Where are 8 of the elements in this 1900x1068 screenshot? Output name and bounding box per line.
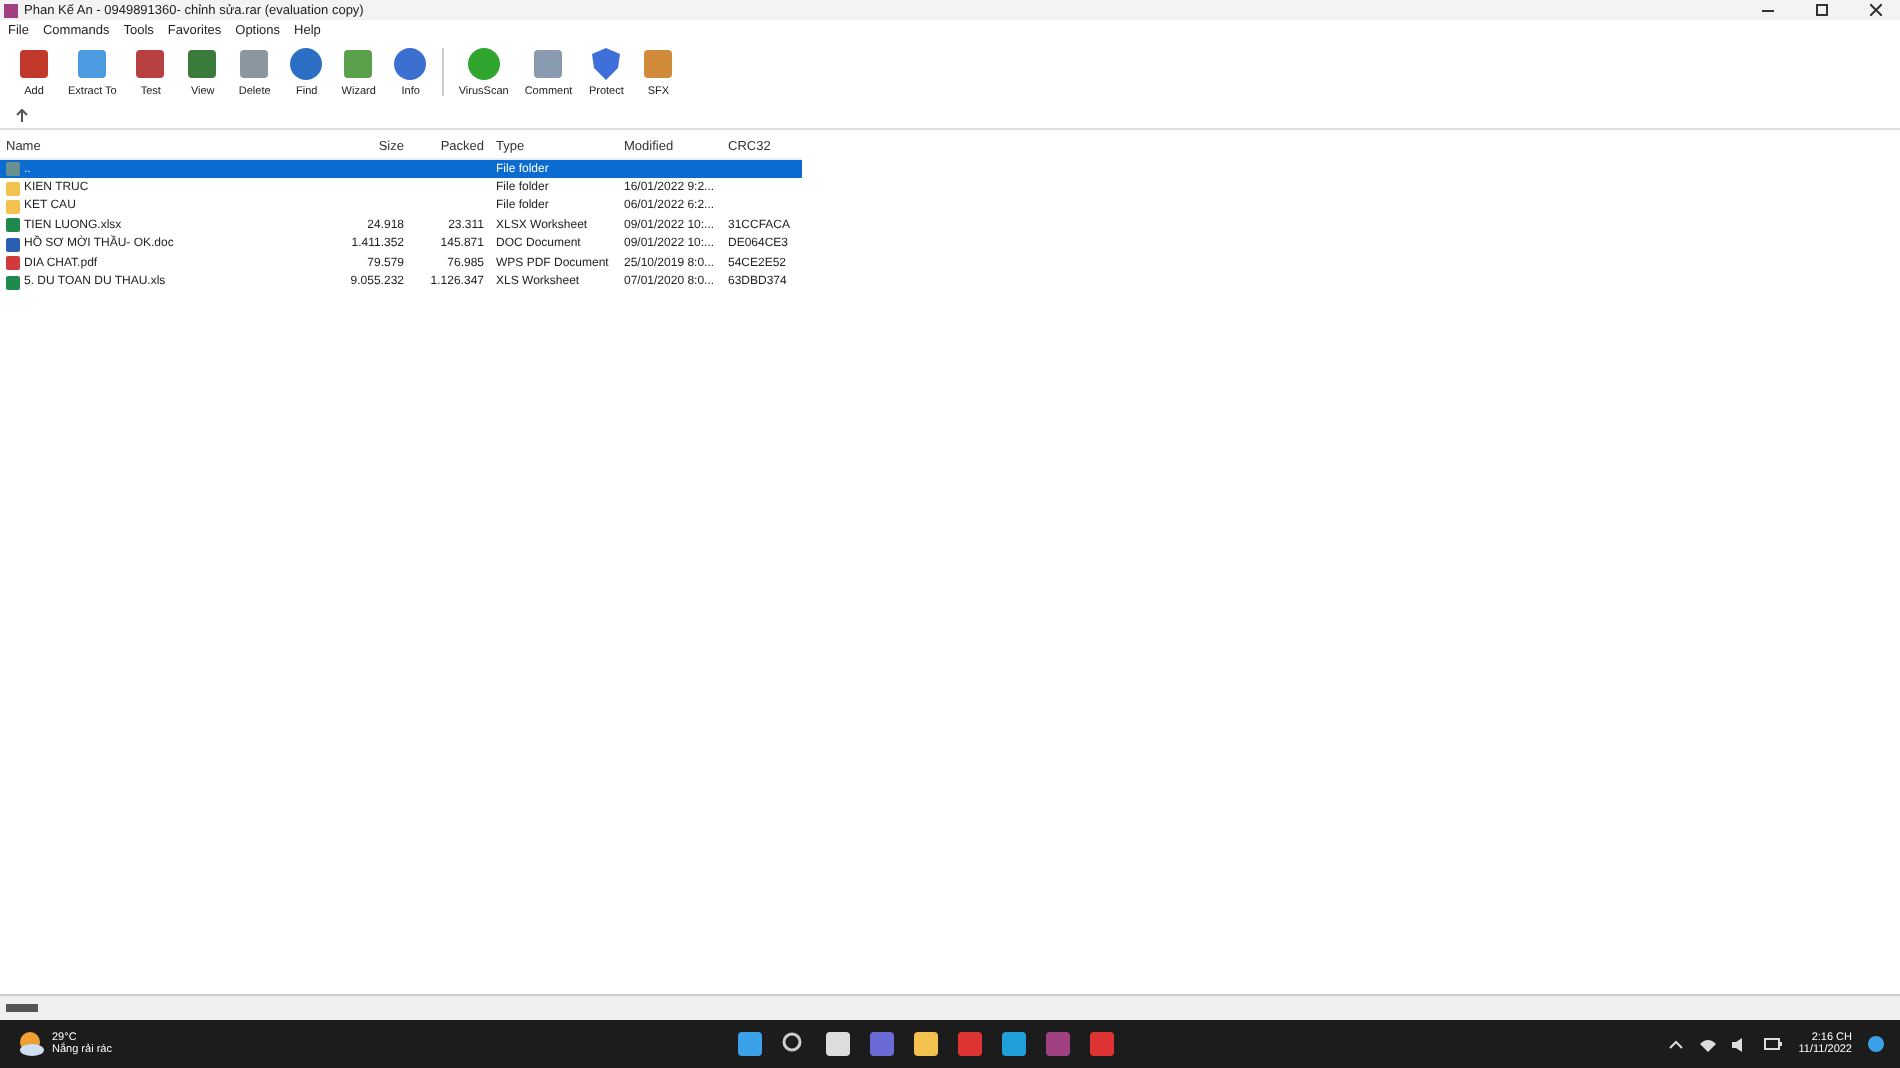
close-icon[interactable] — [1870, 4, 1882, 16]
battery-icon[interactable] — [1764, 1038, 1783, 1050]
chevron-up-icon[interactable] — [1668, 1038, 1685, 1050]
minimize-icon[interactable] — [1762, 4, 1774, 16]
up-arrow-icon[interactable] — [16, 108, 28, 122]
maximize-icon[interactable] — [1816, 4, 1828, 16]
weather-icon — [16, 1030, 44, 1058]
wifi-icon[interactable] — [1700, 1037, 1717, 1051]
